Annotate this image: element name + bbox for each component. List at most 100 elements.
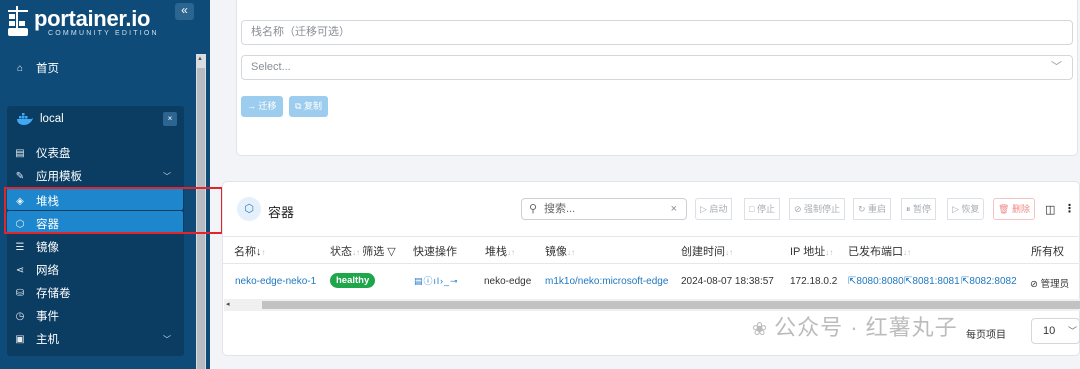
chevron-down-icon[interactable]: ﹀	[163, 334, 171, 345]
docker-icon	[17, 113, 33, 125]
resume-button[interactable]: ▷ 恢复	[947, 198, 985, 220]
stop-button[interactable]: □ 停止	[744, 198, 780, 220]
pause-label: 暂停	[913, 204, 932, 214]
filter-label: 筛选	[362, 246, 385, 258]
brand-name: portainer.io	[34, 6, 151, 31]
environment-header[interactable]: local	[16, 113, 64, 125]
search-placeholder: 搜索...	[544, 203, 576, 215]
col-state-header[interactable]: 状态↓↑ 筛选 ▽	[330, 243, 396, 259]
sidebar-item-dashboard[interactable]: ▤ 仪表盘	[14, 145, 71, 161]
chevron-down-icon: ﹀	[1067, 326, 1077, 336]
duplicate-button-label: 复制	[303, 101, 322, 111]
edit-icon: ✎	[15, 170, 25, 182]
sidebar-item-label: 应用模板	[36, 171, 82, 183]
col-ip-header[interactable]: IP 地址↓↑	[790, 243, 833, 259]
col-label: 已发布端口	[848, 246, 903, 258]
sort-icon: ↓↑	[507, 248, 515, 257]
ip-cell: 172.18.0.2	[790, 276, 838, 287]
sidebar-item-networks[interactable]: ⋖ 网络	[14, 262, 59, 278]
search-icon: ⚲	[529, 203, 538, 215]
inspect-icon[interactable]: ⓘ	[424, 276, 434, 286]
logs-icon[interactable]: ▤	[414, 276, 424, 286]
select-value: Select...	[251, 61, 291, 73]
close-environment-button[interactable]: ×	[163, 112, 177, 126]
port-link[interactable]: ⇱8080:8080	[848, 276, 904, 287]
share-icon: ⋖	[15, 264, 25, 276]
col-owner-header[interactable]: 所有权	[1031, 243, 1064, 259]
port-link[interactable]: ⇱8081:8081	[904, 276, 960, 287]
more-options-icon[interactable]: ⋮	[1064, 202, 1075, 215]
sidebar-item-label: 事件	[36, 311, 59, 323]
home-icon: ⌂	[16, 62, 24, 74]
container-name-link[interactable]: neko-edge-neko-1	[235, 276, 316, 287]
environment-select[interactable]: Select... ﹀	[241, 55, 1073, 80]
ban-icon: ⊘	[794, 204, 805, 214]
port-label: 8081:8081	[912, 276, 960, 287]
col-label: 堆栈	[485, 246, 507, 258]
stop-icon: □	[749, 204, 757, 214]
sort-icon: ↓↑	[825, 248, 834, 257]
sidebar-item-volumes[interactable]: ⛁ 存储卷	[14, 285, 71, 301]
cube-icon: ⬡	[237, 197, 261, 221]
stack-name-input[interactable]: 栈名称（迁移可选）	[241, 20, 1073, 45]
filter-icon: ▽	[387, 246, 396, 258]
start-label: 启动	[709, 204, 728, 214]
columns-toggle-icon[interactable]: ◫	[1045, 203, 1055, 216]
scroll-left-arrow-icon[interactable]: ◂	[226, 300, 230, 308]
eye-off-icon: ⊘	[1030, 279, 1041, 290]
sidebar-item-app-templates[interactable]: ✎ 应用模板	[14, 168, 82, 184]
col-image-header[interactable]: 镜像↓↑	[545, 243, 575, 259]
quick-actions: ▤ⓘıl›_⊸	[414, 274, 459, 287]
start-button[interactable]: ▷ 启动	[695, 198, 733, 220]
col-created-header[interactable]: 创建时间↓↑	[681, 243, 733, 259]
remove-button[interactable]: 🗑 删除	[993, 198, 1035, 220]
restart-button[interactable]: ↻ 重启	[853, 198, 892, 220]
annotation-highlight-box	[4, 187, 223, 234]
remove-label: 删除	[1011, 204, 1030, 214]
portainer-logo-icon	[8, 6, 28, 36]
scroll-up-arrow-icon[interactable]: ▲	[197, 56, 203, 62]
migrate-button-label: 迁移	[258, 101, 277, 111]
list-icon: ☰	[15, 241, 25, 253]
kill-button[interactable]: ⊘ 强制停止	[789, 198, 846, 220]
col-quick-actions-header: 快速操作	[413, 246, 457, 258]
sidebar-item-label: 仪表盘	[36, 148, 71, 160]
sort-icon: ↓↑	[352, 248, 363, 257]
sidebar-item-label: 镜像	[36, 242, 59, 254]
per-page-value: 10	[1043, 325, 1056, 337]
console-icon[interactable]: ›_	[440, 276, 450, 286]
table-scrollbar-thumb[interactable]	[262, 301, 1080, 309]
col-ports-header[interactable]: 已发布端口↓↑	[848, 243, 911, 259]
collapse-sidebar-button[interactable]: «	[175, 3, 194, 20]
portainer-logo[interactable]: portainer.io COMMUNITY EDITION	[6, 4, 166, 40]
attach-icon[interactable]: ⊸	[450, 276, 459, 286]
migrate-button[interactable]: → 迁移	[241, 96, 283, 117]
sidebar-item-host[interactable]: ▣ 主机	[14, 331, 59, 347]
stop-label: 停止	[756, 204, 775, 214]
sidebar-item-images[interactable]: ☰ 镜像	[14, 239, 59, 255]
watermark-text: 公众号 · 红薯丸子	[774, 315, 958, 340]
dashboard-icon: ▤	[15, 147, 25, 159]
database-icon: ⛁	[15, 287, 25, 299]
chevron-down-icon: ﹀	[1051, 61, 1062, 73]
image-link[interactable]: m1k1o/neko:microsoft-edge	[545, 276, 668, 287]
port-link[interactable]: ⇱8082:8082	[961, 276, 1017, 287]
chevron-down-icon[interactable]: ﹀	[163, 171, 171, 182]
col-label: IP 地址	[790, 246, 826, 258]
col-stack-header[interactable]: 堆栈↓↑	[485, 243, 515, 259]
sidebar-item-home[interactable]: ⌂ 首页	[14, 60, 59, 76]
kill-label: 强制停止	[804, 204, 841, 214]
sidebar-item-events[interactable]: ◷ 事件	[14, 308, 59, 324]
port-label: 8080:8080	[856, 276, 904, 287]
container-search-input[interactable]: ⚲ 搜索... ×	[521, 198, 687, 220]
watermark: ❀ 公众号 · 红薯丸子	[752, 310, 958, 342]
sort-icon: ↓↑	[725, 248, 733, 257]
owner-label: 管理员	[1040, 279, 1070, 290]
duplicate-button[interactable]: ⧉ 复制	[289, 96, 328, 117]
per-page-select[interactable]: 10 ﹀	[1031, 318, 1080, 344]
sidebar-item-label: 主机	[36, 334, 59, 346]
pause-button[interactable]: ⏸ 暂停	[901, 198, 937, 220]
clear-search-icon[interactable]: ×	[671, 199, 677, 219]
brand-edition: COMMUNITY EDITION	[48, 30, 159, 37]
col-name-header[interactable]: 名称↓↑	[234, 243, 266, 259]
